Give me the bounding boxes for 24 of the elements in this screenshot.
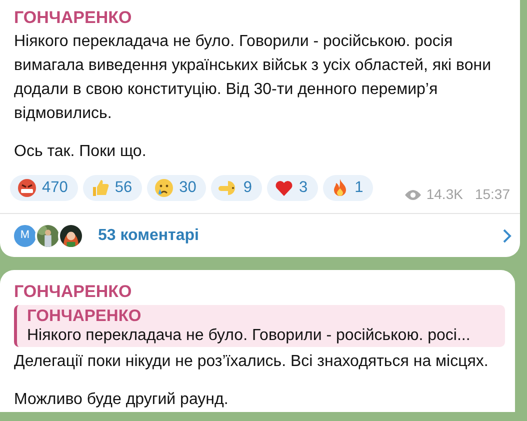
quote-author: ГОНЧАРЕНКО <box>27 306 142 326</box>
reaction-button[interactable]: 3 <box>267 174 318 200</box>
author-name[interactable]: ГОНЧАРЕНКО <box>14 280 509 304</box>
message-text: Делегації поки нікуди не роз’їхались. Всі знаходяться на місцях. <box>14 352 490 372</box>
reaction-button[interactable]: 30 <box>147 174 206 200</box>
chevron-right-icon <box>502 228 512 244</box>
reaction-button[interactable]: 1 <box>322 174 374 200</box>
message-time: 15:37 <box>474 185 510 204</box>
reaction-button[interactable]: 9 <box>211 174 262 200</box>
view-count: 14.3K <box>426 185 463 204</box>
message-text: Ніякого перекладача не було. Говорили - російською. росія вимагала виведення українських військ з усіх областей, які вони додали в свою конституцію. Від 30-ти денного перемир’я відмовились. <box>14 32 492 124</box>
comments-label: 53 коментарі <box>98 226 199 246</box>
angry-face-icon <box>17 178 37 198</box>
reaction-button[interactable]: 470 <box>10 174 78 200</box>
reply-quote[interactable]: ГОНЧАРЕНКО Ніякого перекладача не було. Говорили - російською. росі... <box>14 305 505 347</box>
reaction-button[interactable]: 56 <box>82 174 142 200</box>
comments-bar[interactable]: M 53 коментарі <box>0 213 520 257</box>
quote-text: Ніякого перекладача не було. Говорили - російською. росі... <box>27 326 472 346</box>
user-avatar: M <box>12 222 38 248</box>
crying-face-icon <box>154 178 174 198</box>
eye-icon <box>404 188 422 200</box>
author-name[interactable]: ГОНЧАРЕНКО <box>14 6 514 30</box>
message-text: Можливо буде другий раунд. <box>14 390 230 410</box>
message-text: Ось так. Поки що. <box>14 142 148 162</box>
